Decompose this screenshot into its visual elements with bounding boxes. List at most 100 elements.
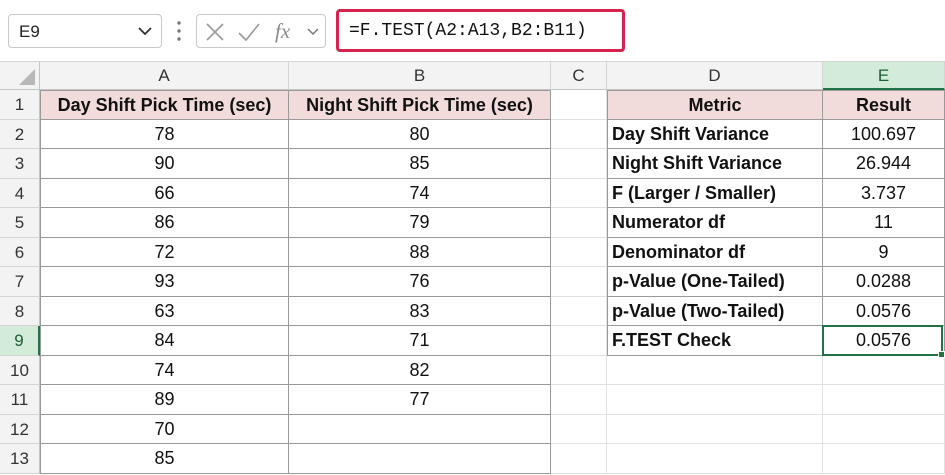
column-header-d[interactable]: D xyxy=(607,62,823,90)
row-header-8[interactable]: 8 xyxy=(0,296,40,326)
row-header-6[interactable]: 6 xyxy=(0,237,40,267)
cell-night-shift[interactable]: 83 xyxy=(289,296,551,326)
cell[interactable] xyxy=(551,326,607,356)
row-number: 11 xyxy=(10,390,29,409)
cell-night-shift-empty[interactable] xyxy=(289,444,551,474)
column-header-e[interactable]: E xyxy=(823,62,945,90)
cell-night-shift[interactable]: 74 xyxy=(289,178,551,208)
cell[interactable] xyxy=(551,149,607,179)
cell-result[interactable]: 26.944 xyxy=(823,149,945,179)
formula-input[interactable]: =F.TEST(A2:A13,B2:B11) xyxy=(336,9,625,52)
cell[interactable] xyxy=(823,355,945,385)
cell-night-shift[interactable]: 82 xyxy=(289,355,551,385)
insert-function-icon[interactable]: fx xyxy=(275,19,290,44)
cell-result[interactable]: 0.0576 xyxy=(823,296,945,326)
row-header-5[interactable]: 5 xyxy=(0,208,40,238)
cell-metric[interactable]: Night Shift Variance xyxy=(607,149,823,179)
cell-result[interactable]: 0.0288 xyxy=(823,267,945,297)
cell[interactable] xyxy=(551,267,607,297)
row-header-2[interactable]: 2 xyxy=(0,119,40,149)
row-header-10[interactable]: 10 xyxy=(0,355,40,385)
cell-metric[interactable]: p-Value (Two-Tailed) xyxy=(607,296,823,326)
row-number: 13 xyxy=(10,449,29,468)
column-header-c[interactable]: C xyxy=(551,62,607,90)
cell-day-shift[interactable]: 93 xyxy=(40,267,289,297)
chevron-down-icon[interactable] xyxy=(135,21,155,41)
header-cell-metric[interactable]: Metric xyxy=(607,90,823,120)
active-cell-selection[interactable] xyxy=(822,325,943,356)
cell[interactable] xyxy=(551,178,607,208)
row-header-1[interactable]: 1 xyxy=(0,90,40,120)
cell-day-shift[interactable]: 63 xyxy=(40,296,289,326)
cell[interactable] xyxy=(551,355,607,385)
cell[interactable] xyxy=(823,444,945,474)
cell-day-shift[interactable]: 70 xyxy=(40,414,289,444)
cell[interactable] xyxy=(551,237,607,267)
select-all-triangle-icon xyxy=(19,69,35,85)
cell-day-shift[interactable]: 74 xyxy=(40,355,289,385)
cell[interactable] xyxy=(607,444,823,474)
row-header-9[interactable]: 9 xyxy=(0,326,40,356)
cell-night-shift[interactable]: 79 xyxy=(289,208,551,238)
formula-text: =F.TEST(A2:A13,B2:B11) xyxy=(349,21,587,41)
cell[interactable] xyxy=(607,414,823,444)
header-cell-day-shift[interactable]: Day Shift Pick Time (sec) xyxy=(40,90,289,120)
cell[interactable] xyxy=(607,355,823,385)
cell-day-shift[interactable]: 78 xyxy=(40,119,289,149)
cell[interactable] xyxy=(551,444,607,474)
cell-day-shift[interactable]: 89 xyxy=(40,385,289,415)
cell-day-shift[interactable]: 90 xyxy=(40,149,289,179)
cell-metric[interactable]: p-Value (One-Tailed) xyxy=(607,267,823,297)
cell-result[interactable]: 100.697 xyxy=(823,119,945,149)
cell-night-shift-empty[interactable] xyxy=(289,414,551,444)
cell-night-shift[interactable]: 76 xyxy=(289,267,551,297)
row-header-12[interactable]: 12 xyxy=(0,414,40,444)
row-header-7[interactable]: 7 xyxy=(0,267,40,297)
cell-result[interactable]: 3.737 xyxy=(823,178,945,208)
cell-day-shift[interactable]: 66 xyxy=(40,178,289,208)
row-header-3[interactable]: 3 xyxy=(0,149,40,179)
cell[interactable] xyxy=(823,414,945,444)
row-header-11[interactable]: 11 xyxy=(0,385,40,415)
cell-day-shift[interactable]: 72 xyxy=(40,237,289,267)
header-cell-night-shift[interactable]: Night Shift Pick Time (sec) xyxy=(289,90,551,120)
cell-night-shift[interactable]: 77 xyxy=(289,385,551,415)
cell-night-shift[interactable]: 85 xyxy=(289,149,551,179)
row-number: 3 xyxy=(14,154,25,173)
column-header-a[interactable]: A xyxy=(40,62,289,90)
cell-result[interactable]: 9 xyxy=(823,237,945,267)
cell[interactable] xyxy=(551,414,607,444)
name-box[interactable]: E9 xyxy=(8,14,162,48)
row-header-4[interactable]: 4 xyxy=(0,178,40,208)
cell-night-shift[interactable]: 88 xyxy=(289,237,551,267)
cell[interactable] xyxy=(551,208,607,238)
header-cell-result[interactable]: Result xyxy=(823,90,945,120)
more-options-icon[interactable] xyxy=(176,19,182,43)
cell[interactable] xyxy=(551,296,607,326)
cell[interactable] xyxy=(551,90,607,120)
formula-toolbar: E9 fx =F.TEST(A2:A13,B2:B11) xyxy=(0,0,945,62)
cancel-icon[interactable] xyxy=(203,21,227,43)
cell[interactable] xyxy=(551,385,607,415)
cell-result[interactable]: 11 xyxy=(823,208,945,238)
cell-metric[interactable]: F (Larger / Smaller) xyxy=(607,178,823,208)
row-number: 9 xyxy=(14,331,24,350)
cell-metric[interactable]: Day Shift Variance xyxy=(607,119,823,149)
row-header-13[interactable]: 13 xyxy=(0,444,40,474)
select-all-corner[interactable] xyxy=(0,62,40,90)
cell[interactable] xyxy=(607,385,823,415)
cell-metric[interactable]: F.TEST Check xyxy=(607,326,823,356)
cell[interactable] xyxy=(823,385,945,415)
column-header-b[interactable]: B xyxy=(289,62,551,90)
cell-day-shift[interactable]: 85 xyxy=(40,444,289,474)
cell-day-shift[interactable]: 86 xyxy=(40,208,289,238)
cell-night-shift[interactable]: 80 xyxy=(289,119,551,149)
cell-night-shift[interactable]: 71 xyxy=(289,326,551,356)
cell-metric[interactable]: Numerator df xyxy=(607,208,823,238)
cell-metric[interactable]: Denominator df xyxy=(607,237,823,267)
enter-check-icon[interactable] xyxy=(237,21,261,43)
fill-handle[interactable] xyxy=(938,351,945,358)
chevron-down-icon[interactable] xyxy=(305,23,321,39)
cell[interactable] xyxy=(551,119,607,149)
cell-day-shift[interactable]: 84 xyxy=(40,326,289,356)
